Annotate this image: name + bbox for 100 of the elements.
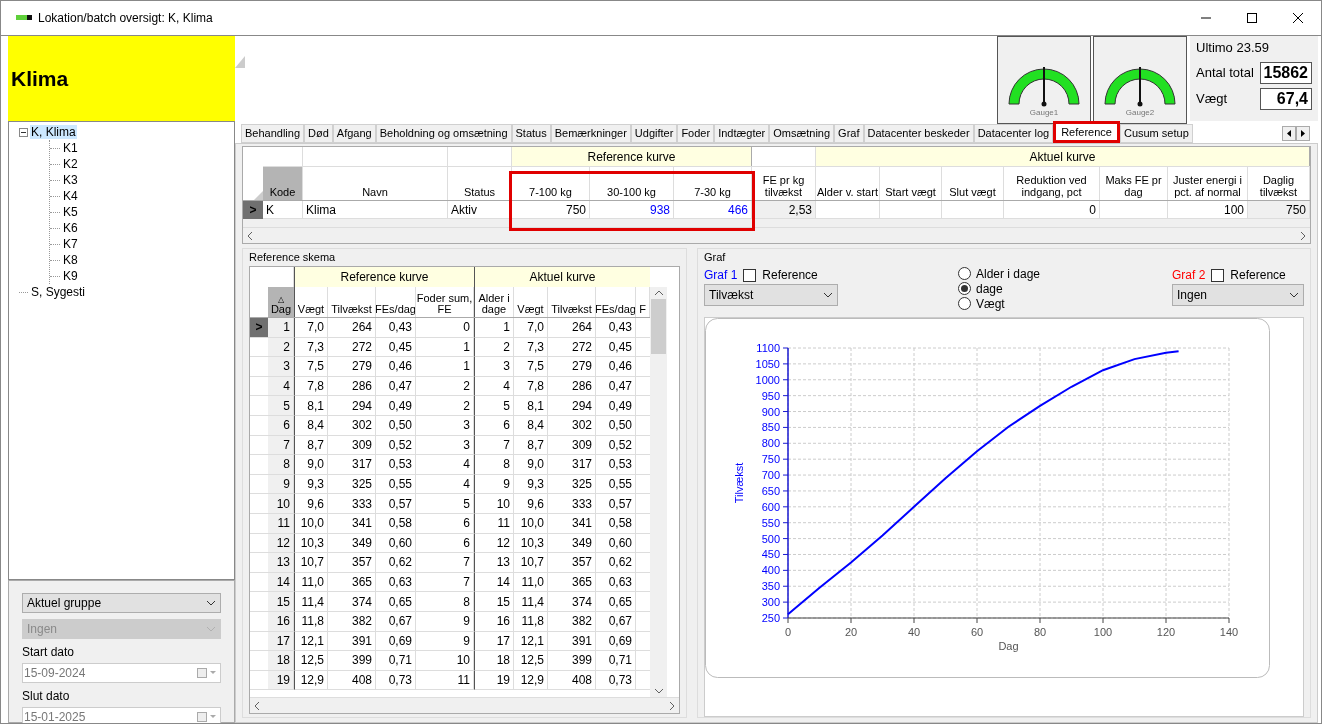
calendar-icon [197,712,219,722]
table-cell: 399 [548,651,596,671]
tree-item[interactable]: K9 [62,269,79,283]
radio-label: dage [976,280,1003,298]
tree-item[interactable]: K2 [62,157,79,171]
tab-scroll-right-button[interactable] [1296,126,1310,141]
table-cell: 0,62 [596,553,636,573]
tab[interactable]: Reference [1053,121,1120,143]
y-tick-label: 850 [761,421,780,434]
checkbox[interactable] [743,268,757,282]
tab[interactable]: Død [304,124,333,143]
y-tick-label: 1050 [755,357,780,370]
scroll-thumb[interactable] [651,299,666,354]
tree-item[interactable]: S, Sygesti [30,285,87,299]
table-cell: 12,9 [294,670,328,691]
column-header[interactable]: △ Dag [268,287,294,317]
column-header[interactable]: Kode [263,167,303,200]
tab[interactable]: Datacenter beskeder [863,124,974,143]
tab[interactable]: Afgang [332,124,376,143]
radio-button[interactable] [958,282,971,295]
tab[interactable]: Behandling [241,124,305,143]
horizontal-scrollbar[interactable] [250,697,679,713]
tree-item[interactable]: K6 [62,221,79,235]
graph-dropdown[interactable]: Ingen [1172,284,1304,306]
column-header[interactable]: Alder i dage [474,287,514,317]
table-cell: 7 [416,572,474,593]
table-cell: 750 [512,201,590,219]
checkbox[interactable] [1211,268,1225,282]
tree-item[interactable]: K, Klima [30,125,77,139]
table-cell: 7,8 [294,376,328,397]
column-header[interactable]: FEs/dag [376,287,416,317]
tree-item[interactable]: K5 [62,205,79,219]
tree-item[interactable]: K8 [62,253,79,267]
scroll-down-icon[interactable] [654,688,663,694]
tab[interactable]: Cusum setup [1119,124,1193,143]
end-date-label: Slut dato [22,688,71,705]
tab[interactable]: Graf [834,124,864,143]
column-header[interactable]: Status [448,167,512,200]
table-cell: 0,63 [596,572,636,593]
column-header[interactable]: FE pr kg tilvækst [752,167,816,200]
table-cell: 0,69 [376,631,416,652]
table-cell: 0,57 [596,494,636,514]
tab[interactable]: Beholdning og omsætning [375,124,512,143]
horizontal-scrollbar[interactable] [243,227,1310,243]
tree-item[interactable]: K3 [62,173,79,187]
scroll-up-icon[interactable] [654,290,663,296]
tree-item[interactable]: K7 [62,237,79,251]
app-icon [16,15,32,21]
column-header[interactable]: Foder sum, FE [416,287,474,317]
column-header[interactable]: Navn [303,167,448,200]
tree-item[interactable]: K1 [62,141,79,155]
group-header: Reference kurve [512,147,752,166]
tab-scroll-left-button[interactable] [1282,126,1296,141]
table-cell: 272 [548,337,596,358]
table-cell: 0,43 [376,318,416,338]
column-header[interactable]: Reduktion ved indgang, pct [1004,167,1100,200]
column-header[interactable]: Maks FE pr dag [1100,167,1168,200]
table-cell [942,201,1004,219]
column-header[interactable]: Vægt [294,287,328,317]
tab[interactable]: Datacenter log [973,124,1054,143]
group-dropdown[interactable]: Aktuel gruppe [22,593,221,613]
table-cell: 750 [1248,201,1310,219]
vertical-scrollbar[interactable] [650,287,667,697]
tab[interactable]: Bemærkninger [550,124,631,143]
table-cell: 10,7 [514,553,548,573]
table-cell: 349 [548,533,596,554]
column-header[interactable]: FEs/dag [596,287,636,317]
y-tick-label: 450 [761,548,780,561]
x-tick-label: 140 [1219,626,1239,638]
column-header[interactable]: Alder v. start [816,167,880,200]
collapse-icon[interactable] [19,127,28,137]
tab[interactable]: Omsætning [769,124,835,143]
column-header[interactable]: Tilvækst [328,287,376,317]
table-cell: 2 [474,337,514,358]
column-header[interactable]: Vægt [514,287,548,317]
end-date-field[interactable]: 15-01-2025 [22,707,221,723]
column-header[interactable]: Tilvækst [548,287,596,317]
table-cell: 382 [328,611,376,632]
table-cell: 6 [416,533,474,554]
table-cell: 317 [548,455,596,475]
table-cell: 9,3 [294,474,328,495]
column-header[interactable]: Slut vægt [942,167,1004,200]
radio-button[interactable] [958,267,971,280]
table-cell: 3 [268,357,294,377]
left-arrow-icon [1287,130,1291,137]
start-date-field[interactable]: 15-09-2024 [22,663,221,683]
table-cell: 3 [416,415,474,436]
column-header[interactable]: Daglig tilvækst [1248,167,1310,200]
y-tick-label: 1000 [755,373,780,386]
tree-item[interactable]: K4 [62,189,79,203]
radio-button[interactable] [958,297,971,310]
tab[interactable]: Udgifter [630,124,678,143]
tab[interactable]: Status [511,124,551,143]
tab[interactable]: Foder [677,124,715,143]
column-header[interactable]: Start vægt [880,167,942,200]
tab[interactable]: Indtægter [714,124,770,143]
graph-dropdown[interactable]: Tilvækst [704,284,838,306]
table-cell: 264 [548,318,596,338]
table-cell: 10,7 [294,553,328,573]
column-header[interactable]: Juster energi i pct. af normal [1168,167,1248,200]
